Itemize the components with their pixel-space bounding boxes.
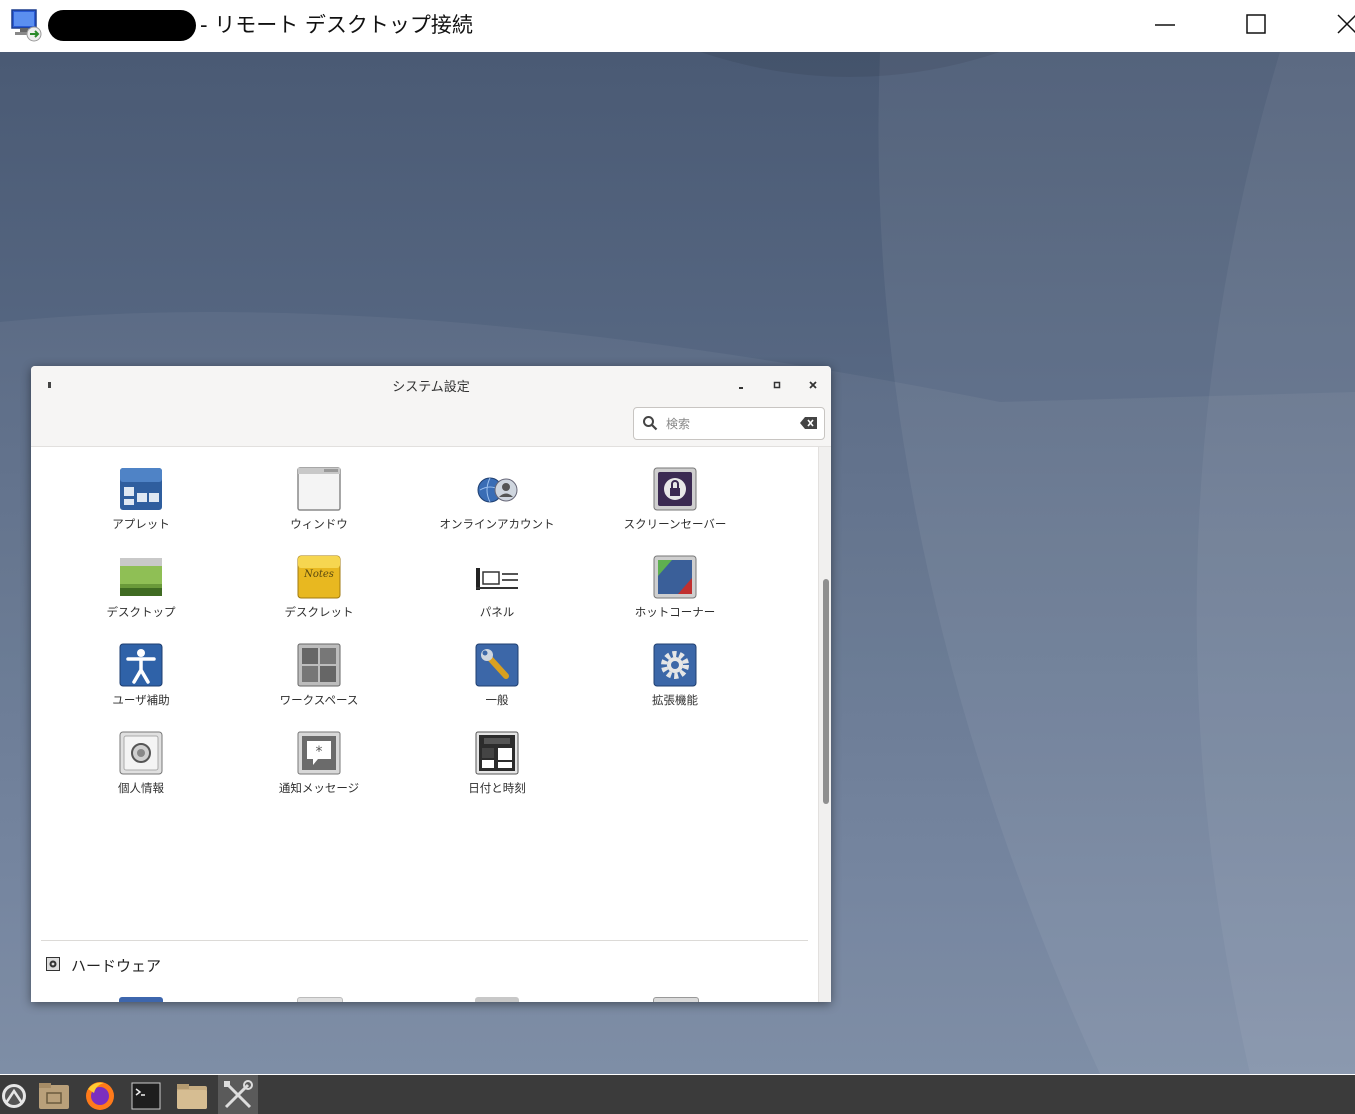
section-divider <box>41 940 808 941</box>
section-title-hardware: ハードウェア <box>71 957 162 975</box>
privacy-icon <box>119 731 163 775</box>
maximize-icon[interactable] <box>766 374 788 396</box>
rdp-title-bar: - リモート デスクトップ接続 <box>0 0 1355 52</box>
scrollbar-thumb[interactable] <box>823 579 829 804</box>
item-label: ホットコーナー <box>634 605 716 619</box>
settings-icon[interactable] <box>220 1077 256 1113</box>
folder-icon[interactable] <box>174 1077 210 1113</box>
item-windows[interactable]: ウィンドウ <box>239 466 399 546</box>
item-applets[interactable]: アプレット <box>61 466 221 546</box>
files-icon[interactable] <box>36 1077 72 1113</box>
remote-desktop-icon <box>11 9 42 42</box>
item-date-time[interactable]: 日付と時刻 <box>417 730 577 810</box>
general-icon <box>475 643 519 687</box>
item-notifications[interactable]: * 通知メッセージ <box>239 730 399 810</box>
window-header: システム設定 <box>31 366 831 447</box>
extensions-icon <box>653 643 697 687</box>
hot-corners-icon <box>653 555 697 599</box>
item-general[interactable]: 一般 <box>417 642 577 722</box>
search-input[interactable] <box>664 413 798 435</box>
window-title: システム設定 <box>392 380 470 395</box>
online-accounts-icon <box>477 477 518 503</box>
item-desklets[interactable]: Notes デスクレット <box>239 554 399 634</box>
item-workspaces[interactable]: ワークスペース <box>239 642 399 722</box>
desktop-icon <box>120 558 162 596</box>
terminal-icon[interactable] <box>128 1077 164 1113</box>
item-label: 日付と時刻 <box>468 781 526 795</box>
notifications-icon: * <box>297 731 341 775</box>
item-label: 拡張機能 <box>652 693 698 707</box>
vertical-scrollbar[interactable] <box>818 447 831 1002</box>
accessibility-icon <box>119 643 163 687</box>
item-label: デスクトップ <box>106 605 176 619</box>
applets-icon <box>120 468 162 510</box>
item-privacy[interactable]: 個人情報 <box>61 730 221 810</box>
system-settings-window: システム設定 アプレット ウィンドウ <box>31 366 831 1002</box>
item-label: 一般 <box>485 693 509 707</box>
item-label: パネル <box>479 605 515 619</box>
hardware-item-peek[interactable] <box>475 997 519 1002</box>
hardware-item-peek[interactable] <box>653 997 699 1002</box>
workspaces-icon <box>297 643 341 687</box>
item-online-accounts[interactable]: オンラインアカウント <box>417 466 577 546</box>
hardware-item-peek[interactable] <box>297 997 343 1002</box>
item-screensaver[interactable]: スクリーンセーバー <box>595 466 755 546</box>
panel-icon <box>476 568 518 590</box>
item-panel[interactable]: パネル <box>417 554 577 634</box>
rdp-window-title: - リモート デスクトップ接続 <box>200 13 473 37</box>
minimize-icon[interactable] <box>1145 10 1185 40</box>
item-label: アプレット <box>112 517 170 531</box>
item-accessibility[interactable]: ユーザ補助 <box>61 642 221 722</box>
firefox-icon[interactable] <box>82 1077 118 1113</box>
windows-icon <box>297 467 341 511</box>
item-extensions[interactable]: 拡張機能 <box>595 642 755 722</box>
redacted-hostname <box>48 10 196 41</box>
item-label: ウィンドウ <box>290 517 348 531</box>
item-label: 個人情報 <box>118 781 164 795</box>
item-desktop[interactable]: デスクトップ <box>61 554 221 634</box>
date-time-icon <box>475 731 519 775</box>
svg-text:Notes: Notes <box>303 569 334 580</box>
desklets-icon: Notes <box>297 555 341 599</box>
hardware-icon <box>46 957 60 971</box>
search-icon <box>643 416 658 431</box>
menu-icon[interactable] <box>0 1077 36 1113</box>
search-box[interactable] <box>633 407 825 440</box>
maximize-icon[interactable] <box>1236 10 1276 40</box>
item-label: ワークスペース <box>279 693 359 707</box>
clear-search-icon[interactable] <box>800 416 818 430</box>
item-label: スクリーンセーバー <box>623 517 727 531</box>
item-hot-corners[interactable]: ホットコーナー <box>595 554 755 634</box>
minimize-icon[interactable] <box>730 374 752 396</box>
svg-text:*: * <box>316 744 323 760</box>
settings-grid: アプレット ウィンドウ オンラインアカウント スクリーンセーバー デスクトップ … <box>31 447 818 1002</box>
hardware-item-peek[interactable] <box>119 997 163 1002</box>
close-icon[interactable] <box>802 374 824 396</box>
screensaver-icon <box>653 467 697 511</box>
item-label: デスクレット <box>284 605 354 619</box>
close-icon[interactable] <box>1327 10 1355 40</box>
taskbar <box>0 1075 1355 1114</box>
item-label: オンラインアカウント <box>439 517 555 531</box>
item-label: ユーザ補助 <box>112 693 170 707</box>
item-label: 通知メッセージ <box>278 781 360 795</box>
